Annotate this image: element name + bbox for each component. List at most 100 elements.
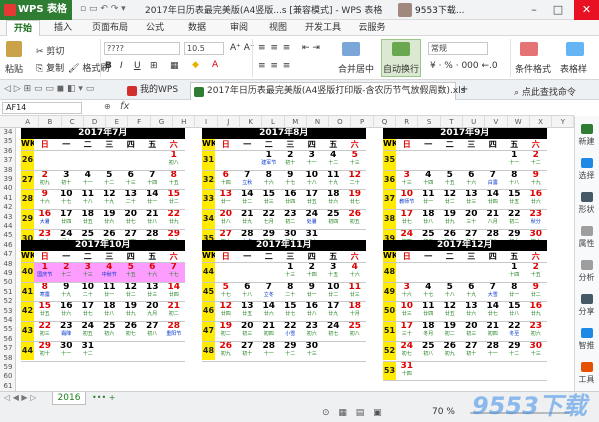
close-icon[interactable]: ✕ (574, 0, 599, 20)
day-cell[interactable]: 18 十月 (344, 301, 366, 321)
day-cell[interactable]: 6 十三 (120, 170, 142, 190)
day-cell[interactable]: 23 初六 (525, 321, 547, 341)
day-cell[interactable]: 6 十四 (215, 170, 237, 190)
column-label[interactable]: K (240, 116, 263, 128)
day-cell[interactable]: 18 廿六 (323, 189, 345, 209)
currency-percent-icons[interactable]: ¥ · % · 000 ←.0 (430, 61, 498, 71)
font-color-icon[interactable]: A (212, 60, 218, 70)
day-cell[interactable]: 13 廿五 (237, 301, 259, 321)
day-cell[interactable]: 17 廿九 (323, 301, 345, 321)
day-cell[interactable]: 5 十三 (344, 150, 366, 170)
day-cell[interactable]: 16 廿八 (301, 301, 323, 321)
merge-icon[interactable] (342, 42, 360, 56)
day-cell[interactable]: 9 十七 (280, 170, 302, 190)
bold-button[interactable]: B (105, 61, 112, 71)
day-cell[interactable]: 27 初十 (237, 341, 259, 361)
day-cell[interactable]: 1 建军节 (258, 150, 280, 170)
menu-9[interactable]: 云服务 (352, 20, 392, 36)
merge-center-button[interactable]: 合并居中 (338, 62, 374, 75)
search-command[interactable]: ⌕ 点此查找命令 (514, 85, 576, 98)
column-label[interactable]: C (62, 116, 84, 128)
day-cell[interactable]: 1 十三 (280, 262, 302, 282)
fx-icon[interactable]: fx (120, 101, 129, 112)
column-label[interactable]: L (262, 116, 285, 128)
day-cell[interactable]: 13 二十 (120, 189, 142, 209)
column-label[interactable]: B (39, 116, 62, 128)
day-cell[interactable]: 23 初二 (280, 209, 302, 229)
menu-3[interactable]: 页面布局 (88, 20, 132, 36)
day-cell[interactable]: 24 处暑 (301, 209, 323, 229)
row-number[interactable]: 46 (0, 241, 16, 251)
day-cell[interactable]: 10 十八 (301, 170, 323, 190)
side-panel-2[interactable]: 选择 (574, 158, 599, 181)
day-cell[interactable]: 15 廿三 (258, 189, 280, 209)
day-cell[interactable]: 14 廿二 (237, 189, 259, 209)
day-cell[interactable]: 24 初七 (396, 341, 418, 361)
row-number[interactable]: 48 (0, 260, 16, 270)
day-cell[interactable]: 15 廿二 (163, 189, 185, 209)
day-cell[interactable]: 17 廿五 (301, 189, 323, 209)
day-cell[interactable]: 14 廿四 (163, 282, 185, 302)
tab-document[interactable]: 2017年日历表最完美版(A4竖版打印版-含农历节气放假周数).xls (190, 82, 465, 100)
side-panel-5[interactable]: 分析 (574, 260, 599, 283)
row-number[interactable]: 38 (0, 166, 16, 176)
app-menu-button[interactable]: WPS 表格 (0, 0, 72, 20)
day-cell[interactable]: 21 初四 (258, 321, 280, 341)
day-cell[interactable]: 3 十五 (323, 262, 345, 282)
align-left-icons[interactable]: ≡ ≡ ≡ (258, 61, 291, 71)
column-label[interactable]: O (329, 116, 352, 128)
day-cell[interactable]: 2 十五 (525, 262, 547, 282)
day-cell[interactable]: 3 初十 (56, 170, 78, 190)
column-label[interactable]: W (508, 116, 530, 128)
day-cell[interactable]: 21 初四 (482, 321, 504, 341)
day-cell[interactable]: 12 二十 (344, 170, 366, 190)
day-cell[interactable]: 2 初十 (280, 150, 302, 170)
day-cell[interactable]: 16 廿六 (56, 301, 78, 321)
day-cell[interactable]: 2 十二 (55, 262, 77, 282)
side-panel-7[interactable]: 智推 (574, 328, 599, 351)
day-cell[interactable]: 9 十九 (56, 282, 78, 302)
day-cell[interactable]: 10 十七 (56, 189, 78, 209)
row-number[interactable]: 43 (0, 213, 16, 223)
day-cell[interactable]: 9 十九 (525, 170, 547, 190)
number-format-select[interactable]: 常规 (428, 42, 488, 55)
cell-style-icon[interactable]: ▦ (170, 61, 179, 71)
day-cell[interactable]: 19 廿七 (344, 189, 366, 209)
day-cell[interactable]: 15 廿五 (34, 301, 56, 321)
day-cell[interactable]: 6 十九 (461, 282, 483, 302)
copy-button[interactable]: ⎘ 复制 (36, 61, 64, 74)
day-cell[interactable]: 7 白露 (482, 170, 504, 190)
day-cell[interactable]: 4 十七 (418, 282, 440, 302)
row-number[interactable]: 42 (0, 203, 16, 213)
day-cell[interactable]: 7 十七 (163, 262, 185, 282)
formula-input[interactable] (138, 102, 568, 114)
side-panel-4[interactable]: 属性 (574, 226, 599, 249)
day-cell[interactable]: 10 二十 (77, 282, 99, 302)
spreadsheet-grid[interactable]: 2017年7月WK日一二三四五六2627282930311初八2初九3初十4十一… (17, 128, 574, 391)
column-label[interactable]: T (441, 116, 463, 128)
day-cell[interactable]: 30 十三 (525, 341, 547, 361)
day-cell[interactable]: 23 初六 (301, 321, 323, 341)
tab-my-wps[interactable]: 我的WPS (124, 82, 188, 100)
day-cell[interactable]: 19 廿九 (439, 209, 461, 229)
day-cell[interactable]: 25 初八 (418, 341, 440, 361)
table-style-icon[interactable] (566, 42, 584, 56)
day-cell[interactable]: 1 国庆节 (34, 262, 56, 282)
day-cell[interactable]: 5 十八 (439, 282, 461, 302)
day-cell[interactable]: 11 廿四 (418, 301, 440, 321)
day-cell[interactable]: 9 廿一 (301, 282, 323, 302)
day-cell[interactable]: 18 廿八 (418, 209, 440, 229)
day-cell[interactable]: 3 十六 (396, 282, 418, 302)
row-number[interactable]: 39 (0, 175, 16, 185)
row-number[interactable]: 37 (0, 156, 16, 166)
conditional-format-button[interactable]: 条件格式 (515, 62, 551, 75)
day-cell[interactable]: 8 十六 (258, 170, 280, 190)
add-sheet-icon[interactable]: ••• + (92, 393, 115, 402)
day-cell[interactable]: 28 十一 (258, 341, 280, 361)
day-cell[interactable]: 3 十三 (396, 170, 418, 190)
tab-nav-icons[interactable]: ◁ ▷ ⊞ ▭ ▭ ◼ ◧ ▾ ▭ (4, 84, 94, 94)
column-label[interactable]: R (396, 116, 419, 128)
day-cell[interactable]: 4 十四 (418, 170, 440, 190)
day-cell[interactable]: 23 霜降 (56, 321, 78, 341)
day-cell[interactable]: 11 十八 (77, 189, 99, 209)
